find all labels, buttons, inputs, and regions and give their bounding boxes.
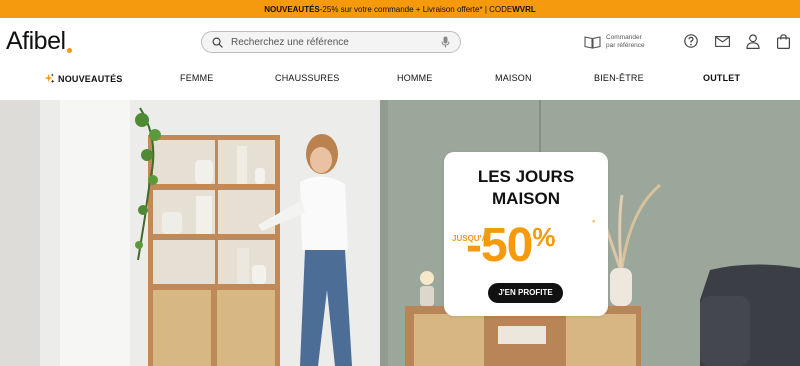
promo-new: NOUVEAUTÉS xyxy=(264,4,320,14)
site-header: Afibel Commander par référence xyxy=(0,18,800,66)
promo-title: LES JOURS MAISON xyxy=(477,167,575,208)
order-by-reference-button[interactable]: Commander par référence xyxy=(584,34,646,50)
promo-text: -25% sur votre commande + Livraison offe… xyxy=(319,4,480,14)
cart-icon[interactable] xyxy=(777,34,790,49)
account-icon[interactable] xyxy=(746,34,760,49)
main-nav: NOUVEAUTÉS FEMME CHAUSSURES HOMME MAISON… xyxy=(0,66,800,94)
search-icon xyxy=(212,37,223,48)
promo-bar[interactable]: NOUVEAUTÉS -25% sur votre commande + Liv… xyxy=(0,0,800,18)
promo-discount: -50% xyxy=(466,218,556,273)
nav-item-label: NOUVEAUTÉS xyxy=(58,73,123,84)
promo-discount-value: -50 xyxy=(466,219,533,272)
nav-item-maison[interactable]: MAISON xyxy=(495,73,532,83)
promo-asterisk: * xyxy=(592,218,596,228)
promo-card[interactable]: LES JOURS MAISON JUSQU'À -50% * J'EN PRO… xyxy=(444,152,608,316)
nav-item-homme[interactable]: HOMME xyxy=(397,73,433,83)
logo-dot xyxy=(66,48,72,53)
cta-button[interactable]: J'EN PROFITE xyxy=(488,283,563,303)
search-bar[interactable] xyxy=(201,31,461,53)
logo[interactable]: Afibel xyxy=(6,27,72,56)
hero-image xyxy=(0,100,800,366)
nav-item-outlet[interactable]: OUTLET xyxy=(703,73,740,83)
order-by-reference-label: Commander par référence xyxy=(606,34,645,49)
microphone-icon[interactable] xyxy=(441,36,450,48)
promo-percent: % xyxy=(532,222,555,252)
nav-item-chaussures[interactable]: CHAUSSURES xyxy=(275,73,340,83)
nav-item-nouveautes[interactable]: NOUVEAUTÉS xyxy=(44,73,123,84)
logo-text: Afibel xyxy=(6,27,66,55)
nav-item-bien-etre[interactable]: BIEN-ÊTRE xyxy=(594,73,644,83)
book-icon xyxy=(584,36,601,49)
help-icon[interactable] xyxy=(684,34,698,48)
promo-code: WVRL xyxy=(512,4,536,14)
hero-banner[interactable]: LES JOURS MAISON JUSQU'À -50% * J'EN PRO… xyxy=(0,100,800,366)
search-input[interactable] xyxy=(231,36,441,48)
mail-icon[interactable] xyxy=(715,36,730,47)
promo-text-code: * | CODE xyxy=(479,4,513,14)
nav-item-femme[interactable]: FEMME xyxy=(180,73,214,83)
sparkle-icon xyxy=(44,73,55,84)
